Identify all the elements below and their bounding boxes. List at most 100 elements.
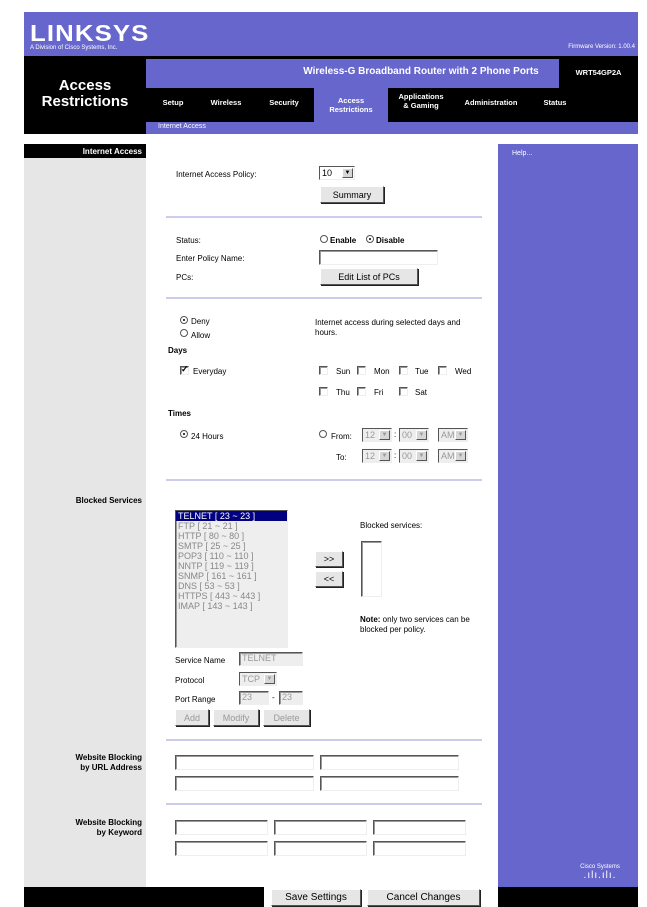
label-keyword-blocking: Website Blocking by Keyword: [75, 818, 142, 837]
port-range-label: Port Range: [175, 695, 216, 704]
add-button[interactable]: Add: [175, 709, 209, 726]
protocol-label: Protocol: [175, 676, 205, 685]
keyword-input-3[interactable]: [373, 820, 466, 835]
tab-status[interactable]: Status: [535, 98, 575, 107]
help-link[interactable]: Help...: [512, 150, 532, 157]
model-number: WRT54GP2A: [559, 58, 638, 88]
save-settings-button[interactable]: Save Settings: [271, 889, 361, 906]
url-input-1[interactable]: [175, 755, 314, 770]
tab-administration[interactable]: Administration: [454, 98, 528, 107]
keyword-input-1[interactable]: [175, 820, 268, 835]
product-name: Wireless-G Broadband Router with 2 Phone…: [303, 66, 539, 77]
enable-label: Enable: [330, 236, 357, 245]
sun-checkbox[interactable]: [319, 366, 328, 375]
list-item[interactable]: NNTP [ 119 ~ 119 ]: [176, 561, 287, 571]
cancel-changes-button[interactable]: Cancel Changes: [367, 889, 480, 906]
firmware-version: Firmware Version: 1.00.4: [568, 44, 635, 50]
list-item[interactable]: IMAP [ 143 ~ 143 ]: [176, 601, 287, 611]
chevron-down-icon: ▼: [416, 451, 427, 461]
24hours-radio[interactable]: [180, 430, 188, 438]
from-radio[interactable]: [319, 430, 327, 438]
protocol-select[interactable]: TCP ▼: [239, 672, 277, 686]
divider: [166, 297, 482, 299]
everyday-checkbox[interactable]: [180, 364, 189, 375]
mon-checkbox[interactable]: [357, 366, 366, 375]
list-item[interactable]: HTTP [ 80 ~ 80 ]: [176, 531, 287, 541]
list-item[interactable]: HTTPS [ 443 ~ 443 ]: [176, 591, 287, 601]
port-from-input[interactable]: 23: [239, 691, 269, 705]
tab-wireless[interactable]: Wireless: [206, 98, 246, 107]
summary-button[interactable]: Summary: [320, 186, 384, 203]
keyword-input-4[interactable]: [175, 841, 268, 856]
keyword-input-5[interactable]: [274, 841, 367, 856]
delete-button[interactable]: Delete: [263, 709, 310, 726]
tab-access-restrictions[interactable]: Access Restrictions: [314, 96, 388, 114]
url-input-4[interactable]: [320, 776, 459, 791]
days-label: Days: [168, 346, 188, 355]
subtab-internet-access[interactable]: Internet Access: [158, 123, 206, 130]
chevron-down-icon: ▼: [379, 430, 390, 440]
url-input-2[interactable]: [320, 755, 459, 770]
deny-radio[interactable]: [180, 316, 188, 324]
disable-radio[interactable]: [366, 235, 374, 243]
logo-subtitle: A Division of Cisco Systems, Inc.: [30, 45, 118, 51]
blocked-services-listbox[interactable]: [361, 541, 382, 597]
chevron-down-icon: ▼: [264, 674, 275, 684]
everyday-label: Everyday: [193, 367, 227, 376]
list-item[interactable]: FTP [ 21 ~ 21 ]: [176, 521, 287, 531]
policy-name-label: Enter Policy Name:: [176, 254, 245, 263]
policy-select[interactable]: 10 ▼: [319, 166, 355, 180]
service-name-label: Service Name: [175, 656, 226, 665]
list-item[interactable]: SMTP [ 25 ~ 25 ]: [176, 541, 287, 551]
cisco-logo: Cisco Systems .ılı.ılı.: [580, 864, 620, 881]
wed-checkbox[interactable]: [438, 366, 447, 375]
remove-service-arrow-button[interactable]: <<: [315, 571, 343, 587]
to-label: To:: [336, 453, 347, 462]
to-ampm-select[interactable]: AM ▼: [438, 449, 468, 463]
tab-applications-gaming[interactable]: Applications & Gaming: [390, 92, 452, 110]
allow-radio[interactable]: [180, 329, 188, 337]
keyword-input-6[interactable]: [373, 841, 466, 856]
service-name-input[interactable]: TELNET: [239, 652, 303, 666]
modify-button[interactable]: Modify: [213, 709, 259, 726]
from-ampm-select[interactable]: AM ▼: [438, 428, 468, 442]
tab-security[interactable]: Security: [262, 98, 306, 107]
enable-radio[interactable]: [320, 235, 328, 243]
services-listbox[interactable]: TELNET [ 23 ~ 23 ] FTP [ 21 ~ 21 ] HTTP …: [175, 510, 288, 648]
sat-checkbox[interactable]: [399, 387, 408, 396]
fri-label: Fri: [374, 388, 384, 397]
add-service-arrow-button[interactable]: >>: [315, 551, 343, 567]
page-title: Access Restrictions: [41, 77, 129, 110]
left-column: [24, 144, 146, 887]
disable-label: Disable: [376, 236, 405, 245]
chevron-down-icon: ▼: [379, 451, 390, 461]
tue-label: Tue: [415, 367, 429, 376]
chevron-down-icon: ▼: [455, 451, 466, 461]
to-minute-select[interactable]: 00 ▼: [399, 449, 429, 463]
tue-checkbox[interactable]: [399, 366, 408, 375]
divider: [166, 216, 482, 218]
tab-setup[interactable]: Setup: [158, 98, 188, 107]
list-item[interactable]: TELNET [ 23 ~ 23 ]: [176, 511, 287, 521]
url-input-3[interactable]: [175, 776, 314, 791]
edit-pcs-button[interactable]: Edit List of PCs: [320, 268, 418, 285]
label-internet-access: Internet Access: [82, 147, 142, 156]
to-hour-select[interactable]: 12 ▼: [362, 449, 392, 463]
divider: [166, 479, 482, 481]
blocked-services-label: Blocked services:: [360, 521, 423, 530]
from-colon: :: [394, 430, 397, 439]
list-item[interactable]: POP3 [ 110 ~ 110 ]: [176, 551, 287, 561]
port-to-input[interactable]: 23: [279, 691, 303, 705]
list-item[interactable]: SNMP [ 161 ~ 161 ]: [176, 571, 287, 581]
fri-checkbox[interactable]: [357, 387, 366, 396]
chevron-down-icon: ▼: [342, 168, 353, 178]
from-label: From:: [331, 432, 352, 441]
policy-name-input[interactable]: [319, 250, 438, 265]
list-item[interactable]: DNS [ 53 ~ 53 ]: [176, 581, 287, 591]
keyword-input-2[interactable]: [274, 820, 367, 835]
divider: [166, 739, 482, 741]
from-minute-select[interactable]: 00 ▼: [399, 428, 429, 442]
from-hour-select[interactable]: 12 ▼: [362, 428, 392, 442]
thu-checkbox[interactable]: [319, 387, 328, 396]
chevron-down-icon: ▼: [416, 430, 427, 440]
